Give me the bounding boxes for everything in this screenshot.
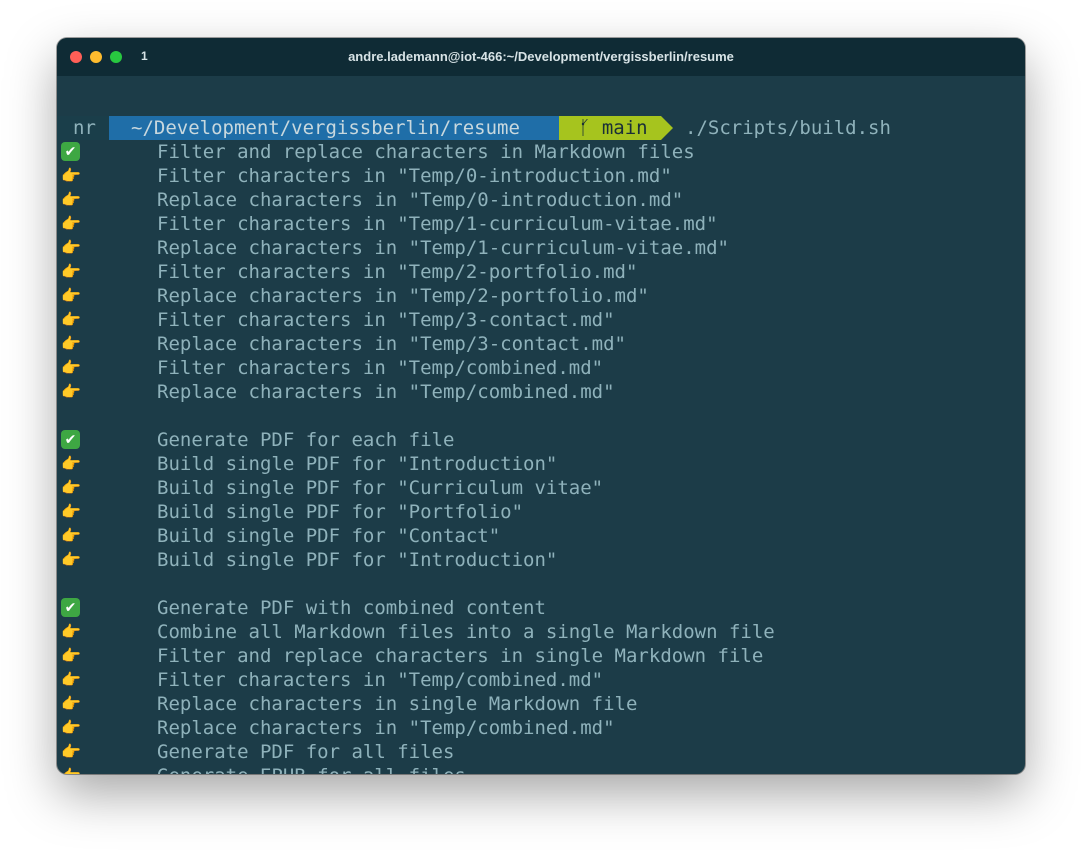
output-line: 👉 Replace characters in "Temp/2-portfolio… — [57, 284, 1017, 308]
prompt-path: ~/Development/vergissberlin/resume — [109, 116, 559, 140]
output-line: 👉 Filter characters in "Temp/combined.md" — [57, 668, 1017, 692]
pointing-hand-icon: 👉 — [61, 190, 81, 209]
check-icon: ✔ — [61, 430, 80, 449]
output-text: Combine all Markdown files into a single… — [157, 621, 775, 643]
pointing-hand-icon: 👉 — [61, 358, 81, 377]
terminal-window: 1 andre.lademann@iot-466:~/Development/v… — [57, 38, 1025, 774]
output-line: 👉 Filter characters in "Temp/2-portfolio.… — [57, 260, 1017, 284]
output-text: Generate EPUB for all files — [157, 764, 466, 774]
output-text: Filter characters in "Temp/3-contact.md" — [157, 309, 615, 331]
output-text: Replace characters in "Temp/0-introducti… — [157, 189, 684, 211]
pointing-hand-icon: 👉 — [61, 454, 81, 473]
pointing-hand-icon: 👉 — [61, 742, 81, 761]
pointing-hand-icon: 👉 — [61, 286, 81, 305]
pointing-hand-icon: 👉 — [61, 262, 81, 281]
output-text: Filter characters in "Temp/combined.md" — [157, 669, 604, 691]
check-icon: ✔ — [61, 598, 80, 617]
output-text: Replace characters in "Temp/combined.md" — [157, 717, 615, 739]
output-line: ✔ Generate PDF with combined content — [57, 596, 1017, 620]
output-text: Filter characters in "Temp/1-curriculum-… — [157, 213, 718, 235]
output-text: Build single PDF for "Introduction" — [157, 549, 558, 571]
output-text: Build single PDF for "Introduction" — [157, 453, 558, 475]
segment-separator-icon — [661, 116, 673, 140]
prompt-git-branch: ᚶ main — [559, 116, 661, 140]
command-text: ./Scripts/build.sh — [685, 117, 891, 139]
window-title: andre.lademann@iot-466:~/Development/ver… — [348, 49, 734, 64]
output-text: Replace characters in "Temp/3-contact.md… — [157, 333, 626, 355]
branch-name: main — [601, 117, 648, 139]
prompt-host: nr — [57, 116, 109, 140]
title-bar: 1 andre.lademann@iot-466:~/Development/v… — [57, 38, 1025, 76]
output-line: 👉 Replace characters in "Temp/combined.md… — [57, 380, 1017, 404]
output-line: 👉 Replace characters in "Temp/1-curriculu… — [57, 236, 1017, 260]
output-line: 👉 Build single PDF for "Introduction" — [57, 452, 1017, 476]
output-line: 👉 Filter characters in "Temp/0-introducti… — [57, 164, 1017, 188]
terminal-output[interactable]: nr ~/Development/vergissberlin/resume ᚶ … — [57, 76, 1025, 774]
output-text: Generate PDF with combined content — [157, 597, 546, 619]
pointing-hand-icon: 👉 — [61, 310, 81, 329]
output-text: Generate PDF for each file — [157, 429, 455, 451]
output-line: 👉 Build single PDF for "Introduction" — [57, 548, 1017, 572]
output-line: 👉 Filter characters in "Temp/1-curriculum… — [57, 212, 1017, 236]
output-line: 👉 Generate PDF for all files — [57, 740, 1017, 764]
output-line: 👉 Filter characters in "Temp/combined.md" — [57, 356, 1017, 380]
pointing-hand-icon: 👉 — [61, 334, 81, 353]
output-text: Build single PDF for "Portfolio" — [157, 501, 524, 523]
output-text: Filter characters in "Temp/0-introductio… — [157, 165, 672, 187]
check-icon: ✔ — [61, 142, 80, 161]
output-text: Replace characters in single Markdown fi… — [157, 693, 638, 715]
output-line: 👉 Replace characters in "Temp/combined.md… — [57, 716, 1017, 740]
pointing-hand-icon: 👉 — [61, 214, 81, 233]
output-text: Generate PDF for all files — [157, 741, 455, 763]
output-text: Filter characters in "Temp/combined.md" — [157, 357, 604, 379]
pointing-hand-icon: 👉 — [61, 478, 81, 497]
output-line: 👉 Filter and replace characters in single… — [57, 644, 1017, 668]
output-line: 👉 Build single PDF for "Contact" — [57, 524, 1017, 548]
pointing-hand-icon: 👉 — [61, 694, 81, 713]
output-line: 👉 Build single PDF for "Curriculum vitae" — [57, 476, 1017, 500]
pointing-hand-icon: 👉 — [61, 646, 81, 665]
pointing-hand-icon: 👉 — [61, 502, 81, 521]
pointing-hand-icon: 👉 — [61, 526, 81, 545]
pointing-hand-icon: 👉 — [61, 622, 81, 641]
pointing-hand-icon: 👉 — [61, 718, 81, 737]
output-text: Filter and replace characters in Markdow… — [157, 141, 695, 163]
output-line: ✔ Generate PDF for each file — [57, 428, 1017, 452]
output-line: 👉 Replace characters in single Markdown f… — [57, 692, 1017, 716]
pointing-hand-icon: 👉 — [61, 382, 81, 401]
output-text: Filter characters in "Temp/2-portfolio.m… — [157, 261, 638, 283]
output-text: Replace characters in "Temp/2-portfolio.… — [157, 285, 649, 307]
git-branch-icon: ᚶ — [579, 117, 591, 139]
pointing-hand-icon: 👉 — [61, 238, 81, 257]
output-text: Replace characters in "Temp/combined.md" — [157, 381, 615, 403]
pointing-hand-icon: 👉 — [61, 764, 83, 774]
output-line: 👉 Replace characters in "Temp/3-contact.m… — [57, 332, 1017, 356]
output-text: Replace characters in "Temp/1-curriculum… — [157, 237, 729, 259]
output-text: Build single PDF for "Curriculum vitae" — [157, 477, 604, 499]
output-line: 👉 Combine all Markdown files into a singl… — [57, 620, 1017, 644]
output-line: 👉 Build single PDF for "Portfolio" — [57, 500, 1017, 524]
output-text: Filter and replace characters in single … — [157, 645, 764, 667]
output-text: Build single PDF for "Contact" — [157, 525, 501, 547]
output-line: 👉 Generate EPUB for all files — [57, 764, 1017, 774]
pointing-hand-icon: 👉 — [61, 670, 81, 689]
output-line: 👉 Filter characters in "Temp/3-contact.md… — [57, 308, 1017, 332]
pointing-hand-icon: 👉 — [61, 550, 81, 569]
output-line: 👉 Replace characters in "Temp/0-introduct… — [57, 188, 1017, 212]
pointing-hand-icon: 👉 — [61, 166, 81, 185]
output-line: ✔ Filter and replace characters in Markdo… — [57, 140, 1017, 164]
